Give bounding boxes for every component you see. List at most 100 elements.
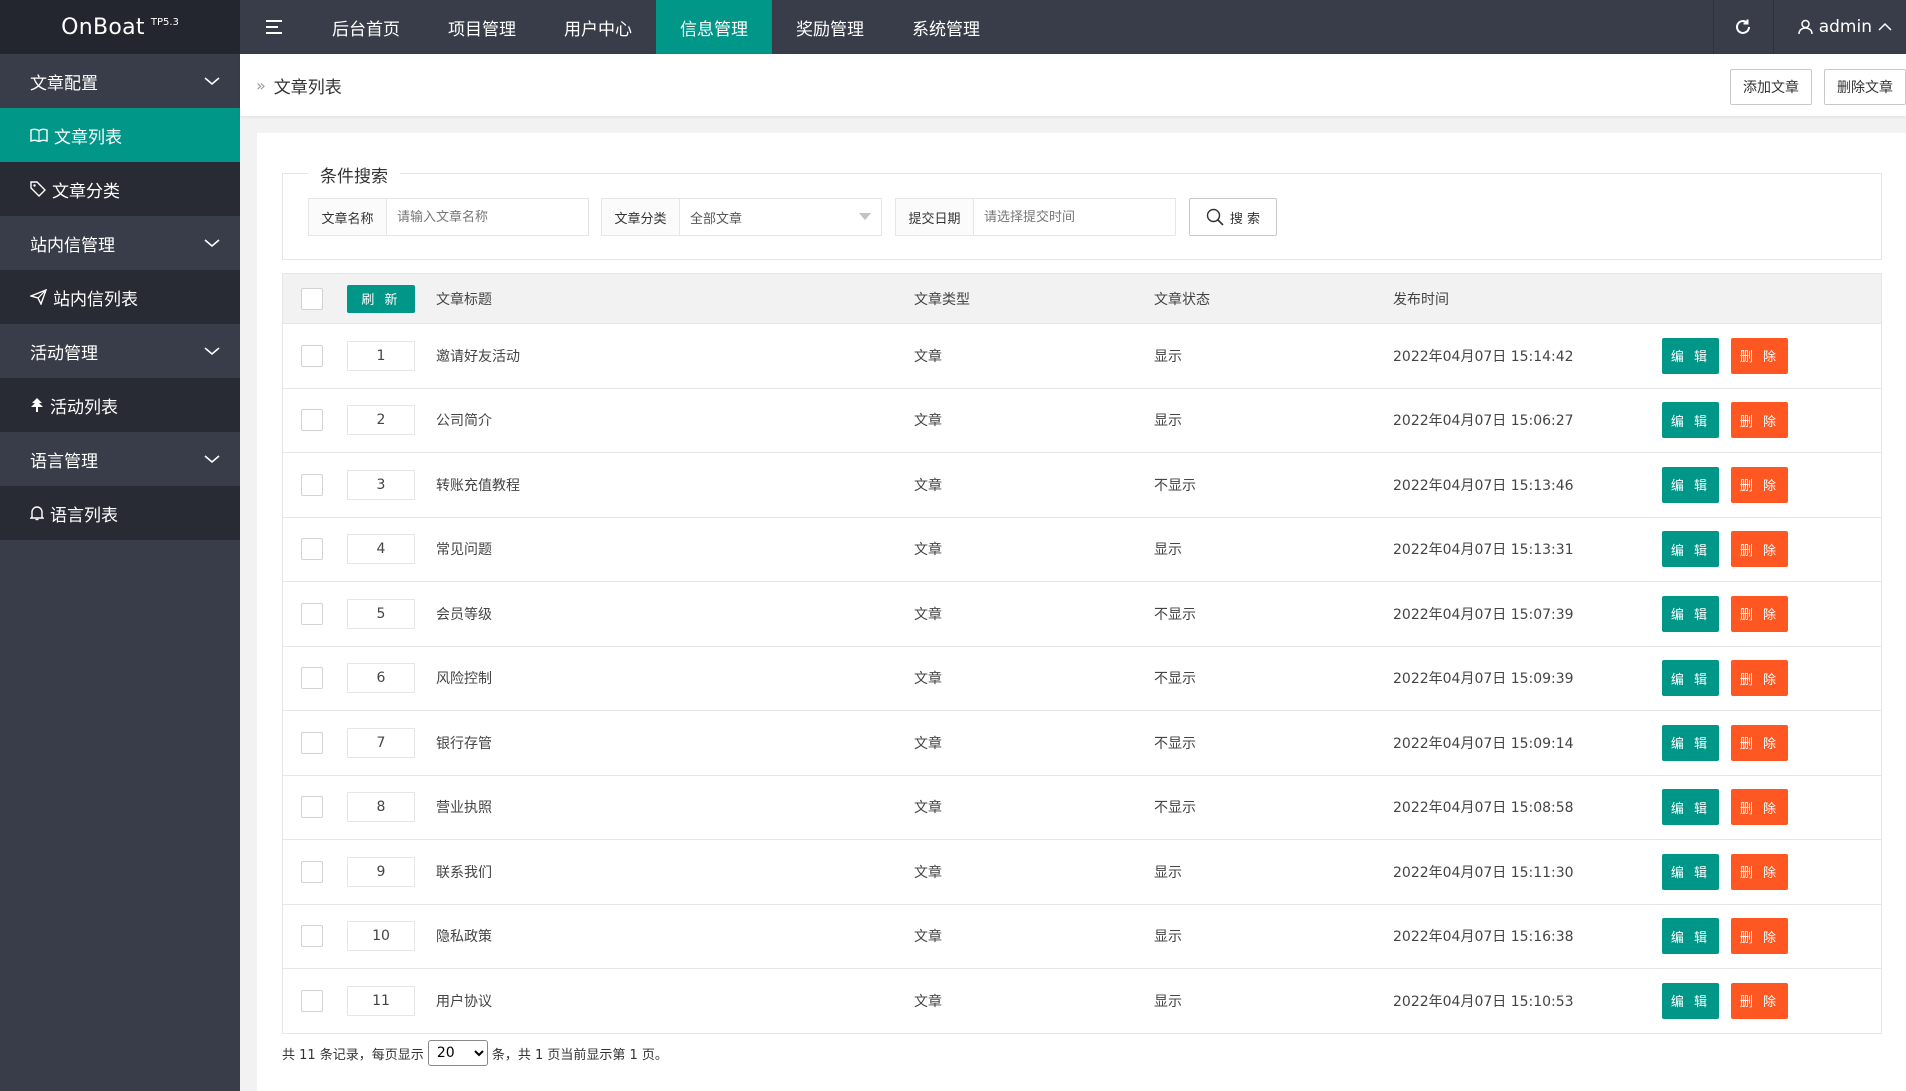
row-id-cell: 6 bbox=[347, 647, 415, 711]
sidebar-item-activity-list[interactable]: 活动列表 bbox=[0, 378, 240, 432]
row-checkbox[interactable] bbox=[301, 796, 323, 819]
row-checkbox[interactable] bbox=[301, 667, 323, 690]
row-checkbox[interactable] bbox=[301, 860, 323, 883]
chevron-up-icon bbox=[1878, 22, 1892, 31]
edit-button[interactable]: 编 辑 bbox=[1662, 982, 1719, 1019]
row-checkbox[interactable] bbox=[301, 602, 323, 625]
logo[interactable]: OnBoat TP5.3 bbox=[0, 0, 240, 54]
pagination-suffix: 条，共 1 页当前显示第 1 页。 bbox=[491, 1047, 668, 1063]
row-id-cell: 9 bbox=[347, 840, 415, 904]
row-time: 2022年04月07日 15:14:42 bbox=[1393, 348, 1574, 365]
sidebar-group-article-config[interactable]: 文章配置 bbox=[0, 54, 240, 108]
sort-order-input[interactable]: 9 bbox=[347, 856, 415, 887]
edit-button[interactable]: 编 辑 bbox=[1662, 918, 1719, 955]
row-checkbox[interactable] bbox=[301, 344, 323, 367]
top-nav-rewards[interactable]: 奖励管理 bbox=[772, 0, 888, 54]
row-type: 文章 bbox=[914, 929, 942, 946]
row-checkbox[interactable] bbox=[301, 989, 323, 1012]
row-title: 会员等级 bbox=[436, 606, 492, 623]
sidebar-group-languages[interactable]: 语言管理 bbox=[0, 432, 240, 486]
column-header-time: 发布时间 bbox=[1393, 291, 1449, 308]
sort-order-input[interactable]: 10 bbox=[347, 921, 415, 952]
article-category-select[interactable]: 全部文章 bbox=[680, 199, 881, 235]
delete-button[interactable]: 删 除 bbox=[1731, 531, 1788, 568]
row-actions: 编 辑删 除 bbox=[1662, 969, 1788, 1033]
refresh-page-button[interactable] bbox=[1712, 0, 1773, 54]
row-checkbox[interactable] bbox=[301, 409, 323, 432]
delete-button[interactable]: 删 除 bbox=[1731, 595, 1788, 632]
refresh-table-button[interactable]: 刷 新 bbox=[347, 284, 415, 313]
row-checkbox[interactable] bbox=[301, 731, 323, 754]
select-all-checkbox[interactable] bbox=[301, 287, 323, 310]
row-time: 2022年04月07日 15:09:14 bbox=[1393, 735, 1574, 752]
row-checkbox[interactable] bbox=[301, 925, 323, 948]
top-nav-users[interactable]: 用户中心 bbox=[540, 0, 656, 54]
row-title: 风险控制 bbox=[436, 671, 492, 688]
top-nav-home[interactable]: 后台首页 bbox=[308, 0, 424, 54]
delete-button[interactable]: 删 除 bbox=[1731, 402, 1788, 439]
edit-button[interactable]: 编 辑 bbox=[1662, 337, 1719, 374]
sort-order-input[interactable]: 6 bbox=[347, 663, 415, 694]
select-all-cell bbox=[301, 274, 323, 323]
delete-button[interactable]: 删 除 bbox=[1731, 853, 1788, 890]
row-time: 2022年04月07日 15:08:58 bbox=[1393, 800, 1574, 817]
row-status: 不显示 bbox=[1154, 671, 1196, 688]
edit-button[interactable]: 编 辑 bbox=[1662, 466, 1719, 503]
row-checkbox[interactable] bbox=[301, 538, 323, 561]
row-status: 显示 bbox=[1154, 993, 1182, 1010]
article-name-field: 文章名称 bbox=[308, 198, 589, 236]
row-check-cell bbox=[301, 324, 323, 388]
edit-button[interactable]: 编 辑 bbox=[1662, 724, 1719, 761]
sidebar-item-article-list[interactable]: 文章列表 bbox=[0, 108, 240, 162]
row-checkbox[interactable] bbox=[301, 473, 323, 496]
sort-order-input[interactable]: 3 bbox=[347, 469, 415, 500]
row-title: 银行存管 bbox=[436, 735, 492, 752]
edit-button[interactable]: 编 辑 bbox=[1662, 531, 1719, 568]
row-check-cell bbox=[301, 582, 323, 646]
sort-order-input[interactable]: 11 bbox=[347, 985, 415, 1016]
sidebar-group-messages[interactable]: 站内信管理 bbox=[0, 216, 240, 270]
sidebar-group-activities[interactable]: 活动管理 bbox=[0, 324, 240, 378]
sidebar-item-message-list[interactable]: 站内信列表 bbox=[0, 270, 240, 324]
delete-button[interactable]: 删 除 bbox=[1731, 466, 1788, 503]
row-status: 不显示 bbox=[1154, 800, 1196, 817]
sort-order-input[interactable]: 1 bbox=[347, 340, 415, 371]
delete-button[interactable]: 删 除 bbox=[1731, 337, 1788, 374]
row-type: 文章 bbox=[914, 542, 942, 559]
edit-button[interactable]: 编 辑 bbox=[1662, 853, 1719, 890]
top-nav-info[interactable]: 信息管理 bbox=[656, 0, 772, 54]
sidebar-item-language-list[interactable]: 语言列表 bbox=[0, 486, 240, 540]
per-page-select[interactable]: 20 bbox=[427, 1040, 488, 1066]
row-check-cell bbox=[301, 905, 323, 969]
edit-button[interactable]: 编 辑 bbox=[1662, 595, 1719, 632]
top-nav-system[interactable]: 系统管理 bbox=[888, 0, 1004, 54]
menu-toggle-button[interactable] bbox=[240, 0, 308, 54]
breadcrumb-bar: » 文章列表 添加文章 删除文章 bbox=[240, 54, 1906, 116]
submit-date-input[interactable] bbox=[984, 209, 1165, 225]
delete-button[interactable]: 删 除 bbox=[1731, 724, 1788, 761]
edit-button[interactable]: 编 辑 bbox=[1662, 660, 1719, 697]
article-name-input[interactable] bbox=[397, 209, 578, 225]
row-status: 显示 bbox=[1154, 348, 1182, 365]
search-button[interactable]: 搜 索 bbox=[1189, 198, 1277, 236]
sort-order-input[interactable]: 8 bbox=[347, 792, 415, 823]
delete-button[interactable]: 删 除 bbox=[1731, 982, 1788, 1019]
sort-order-input[interactable]: 5 bbox=[347, 598, 415, 629]
delete-article-button[interactable]: 删除文章 bbox=[1824, 69, 1906, 105]
edit-button[interactable]: 编 辑 bbox=[1662, 789, 1719, 826]
top-nav-projects[interactable]: 项目管理 bbox=[424, 0, 540, 54]
row-id-cell: 3 bbox=[347, 453, 415, 517]
sort-order-input[interactable]: 4 bbox=[347, 534, 415, 565]
add-article-button[interactable]: 添加文章 bbox=[1730, 69, 1812, 105]
row-check-cell bbox=[301, 711, 323, 775]
sort-order-input[interactable]: 7 bbox=[347, 727, 415, 758]
delete-button[interactable]: 删 除 bbox=[1731, 918, 1788, 955]
delete-button[interactable]: 删 除 bbox=[1731, 660, 1788, 697]
edit-button[interactable]: 编 辑 bbox=[1662, 402, 1719, 439]
row-type: 文章 bbox=[914, 800, 942, 817]
delete-button[interactable]: 删 除 bbox=[1731, 789, 1788, 826]
user-menu[interactable]: admin bbox=[1772, 0, 1906, 54]
row-title: 常见问题 bbox=[436, 542, 492, 559]
sort-order-input[interactable]: 2 bbox=[347, 405, 415, 436]
sidebar-item-article-category[interactable]: 文章分类 bbox=[0, 162, 240, 216]
